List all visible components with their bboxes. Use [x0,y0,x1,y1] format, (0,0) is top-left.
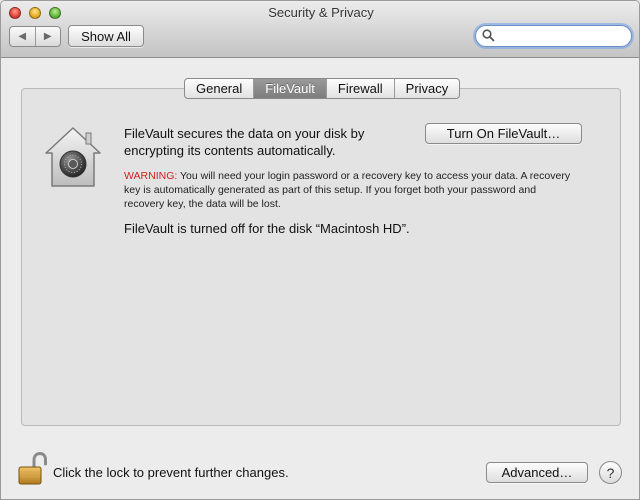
tab-privacy[interactable]: Privacy [393,79,460,98]
forward-button[interactable]: ▶ [34,27,61,46]
search-input[interactable] [498,28,623,44]
unlocked-padlock-icon[interactable] [17,452,47,486]
search-icon [482,29,495,42]
security-privacy-window: Security & Privacy ◀ ▶ Show All General … [0,0,640,500]
search-field[interactable] [475,25,632,47]
filevault-status: FileVault is turned off for the disk “Ma… [124,221,410,236]
warning-message: WARNING: You will need your login passwo… [124,169,574,211]
tab-filevault[interactable]: FileVault [253,79,326,98]
window-title: Security & Privacy [268,5,374,20]
title-bar: Security & Privacy ◀ ▶ Show All [1,1,639,58]
tab-general[interactable]: General [185,79,253,98]
tab-bar: General FileVault Firewall Privacy [184,78,461,99]
help-button[interactable]: ? [599,461,622,484]
warning-text: You will need your login password or a r… [124,170,571,210]
show-all-button[interactable]: Show All [68,25,144,47]
advanced-button[interactable]: Advanced… [486,462,588,483]
filevault-house-icon [45,127,101,187]
turn-on-filevault-button[interactable]: Turn On FileVault… [425,123,582,144]
back-button[interactable]: ◀ [10,27,35,46]
back-forward-control: ◀ ▶ [9,26,61,47]
filevault-description: FileVault secures the data on your disk … [124,126,365,158]
lock-message: Click the lock to prevent further change… [53,465,289,480]
tab-firewall[interactable]: Firewall [325,79,394,98]
warning-label: WARNING: [124,170,178,182]
